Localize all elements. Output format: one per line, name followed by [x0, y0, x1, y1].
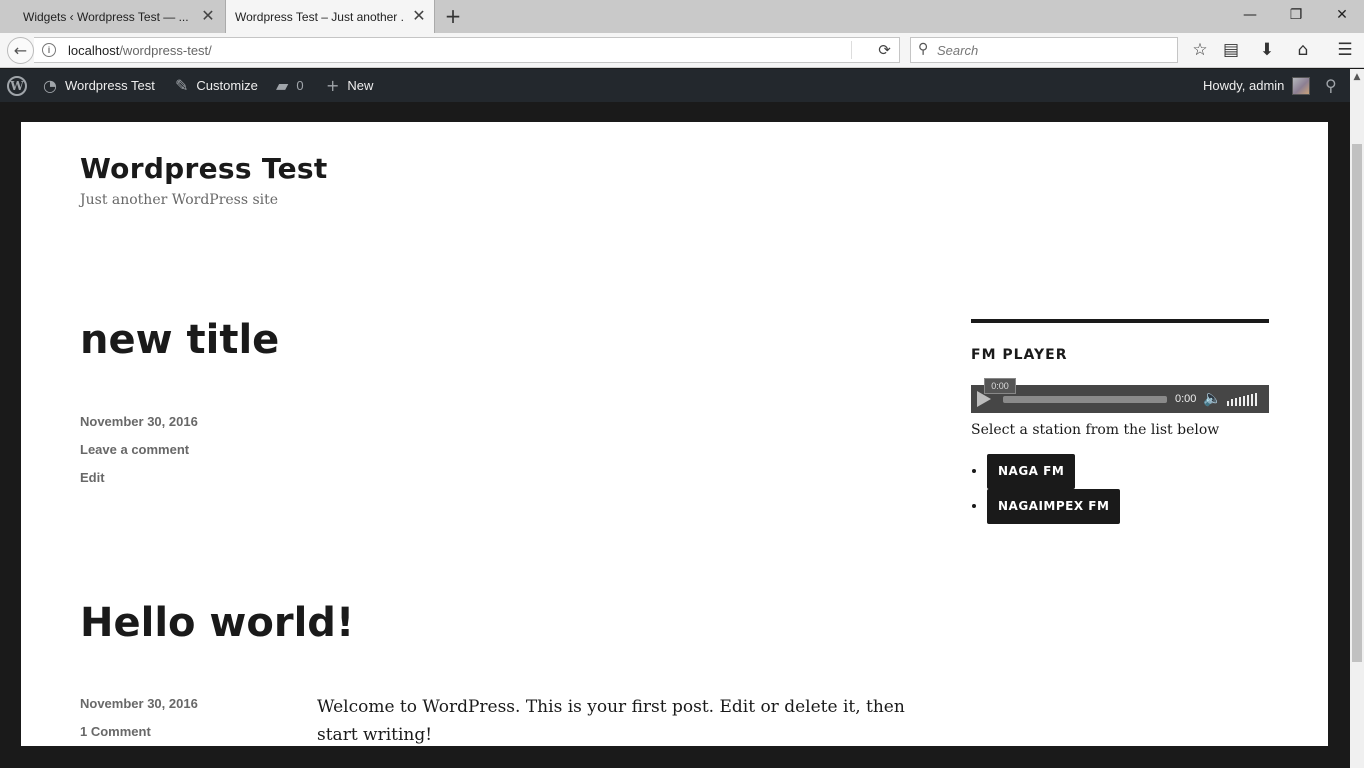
my-account-menu[interactable]: Howdy, admin	[1203, 69, 1311, 102]
post-title[interactable]: Hello world!	[80, 600, 354, 646]
leave-comment-link[interactable]: Leave a comment	[80, 442, 189, 457]
browser-tab-bar: Widgets ‹ Wordpress Test — ... ✕ Wordpre…	[0, 0, 1364, 33]
site-page: Wordpress Test Just another WordPress si…	[21, 122, 1328, 746]
time-float-tooltip: 0:00	[984, 378, 1016, 394]
home-icon[interactable]: ⌂	[1292, 39, 1314, 61]
post-title[interactable]: new title	[80, 317, 279, 363]
url-bar[interactable]: i localhost/wordpress-test/ ⟳	[34, 37, 900, 63]
wp-admin-bar: W ◔ Wordpress Test ✎ Customize ▰ 0 + New…	[0, 69, 1350, 102]
close-tab-icon[interactable]: ✕	[411, 8, 427, 24]
comments-link[interactable]: ▰ 0	[276, 69, 304, 102]
customize-label: Customize	[196, 78, 258, 93]
station-button-nagaimpex-fm[interactable]: NAGAIMPEX FM	[987, 489, 1121, 524]
tab-title: Wordpress Test – Just another ...	[235, 9, 403, 24]
comments-link[interactable]: 1 Comment	[80, 724, 151, 739]
url-host: localhost	[68, 43, 120, 58]
site-title[interactable]: Wordpress Test	[80, 152, 328, 185]
comment-bubble-icon: ▰	[276, 76, 289, 95]
tab-wordpress-test[interactable]: Wordpress Test – Just another ... ✕	[225, 0, 435, 33]
downloads-icon[interactable]: ⬇	[1256, 39, 1278, 61]
url-path: /wordpress-test/	[119, 43, 212, 58]
tab-widgets[interactable]: Widgets ‹ Wordpress Test — ... ✕	[0, 0, 225, 33]
menu-icon[interactable]: ☰	[1334, 39, 1356, 61]
customize-link[interactable]: ✎ Customize	[175, 69, 258, 102]
site-description: Just another WordPress site	[80, 192, 279, 208]
tab-title: Widgets ‹ Wordpress Test — ...	[23, 9, 189, 24]
volume-mute-icon[interactable]: 🔈	[1203, 389, 1222, 407]
site-name-menu[interactable]: ◔ Wordpress Test	[43, 69, 155, 102]
new-label: New	[347, 78, 374, 93]
howdy-label: Howdy, admin	[1203, 78, 1285, 93]
plus-icon: +	[326, 76, 340, 95]
search-icon: ⚲	[918, 41, 929, 57]
dashboard-icon: ◔	[43, 76, 57, 95]
avatar	[1292, 76, 1311, 95]
list-item: NAGA FM	[987, 454, 1269, 489]
admin-search-button[interactable]: ⚲	[1325, 69, 1337, 102]
url-text[interactable]: localhost/wordpress-test/	[68, 43, 212, 58]
wp-logo-menu[interactable]: W	[7, 69, 27, 102]
paintbrush-icon: ✎	[175, 76, 189, 95]
info-icon[interactable]: i	[42, 43, 56, 57]
scroll-up-icon[interactable]: ▲	[1350, 69, 1364, 85]
station-button-naga-fm[interactable]: NAGA FM	[987, 454, 1076, 489]
browser-nav-bar: ← i localhost/wordpress-test/ ⟳ ⚲ ☆ ▤ ⬇ …	[0, 33, 1364, 68]
list-item: NAGAIMPEX FM	[987, 489, 1269, 524]
minimize-button[interactable]: —	[1238, 4, 1262, 26]
comments-count: 0	[296, 78, 304, 93]
search-input[interactable]	[937, 41, 1167, 59]
reading-list-icon[interactable]: ▤	[1220, 39, 1242, 61]
widget-title: FM PLAYER	[971, 347, 1068, 363]
scrollbar-thumb[interactable]	[1352, 144, 1362, 662]
station-intro-text: Select a station from the list below	[971, 422, 1220, 438]
volume-slider[interactable]	[1227, 392, 1257, 406]
reload-icon[interactable]: ⟳	[851, 41, 893, 59]
new-content-menu[interactable]: + New	[326, 69, 373, 102]
post-content: Welcome to WordPress. This is your first…	[317, 697, 905, 745]
close-window-button[interactable]: ✕	[1330, 4, 1354, 26]
vertical-scrollbar[interactable]: ▲	[1350, 69, 1364, 768]
fm-player-widget: FM PLAYER 0:00 0:00 🔈 Select a station f…	[971, 319, 1269, 524]
search-box[interactable]: ⚲	[910, 37, 1178, 63]
post-date[interactable]: November 30, 2016	[80, 414, 198, 429]
station-list: NAGA FM NAGAIMPEX FM	[987, 454, 1269, 524]
search-icon: ⚲	[1325, 76, 1337, 95]
new-tab-button[interactable]: +	[444, 6, 462, 26]
bookmark-star-icon[interactable]: ☆	[1189, 39, 1211, 61]
back-button[interactable]: ←	[7, 37, 34, 64]
wordpress-logo-icon: W	[7, 75, 27, 96]
edit-link[interactable]: Edit	[80, 470, 105, 485]
current-time: 0:00	[1175, 393, 1197, 405]
post-date[interactable]: November 30, 2016	[80, 696, 198, 711]
progress-rail[interactable]	[1003, 396, 1167, 403]
site-name-label: Wordpress Test	[64, 78, 155, 93]
audio-player: 0:00 0:00 🔈	[971, 378, 1269, 413]
close-tab-icon[interactable]: ✕	[200, 8, 216, 24]
restore-button[interactable]: ❐	[1284, 4, 1308, 26]
